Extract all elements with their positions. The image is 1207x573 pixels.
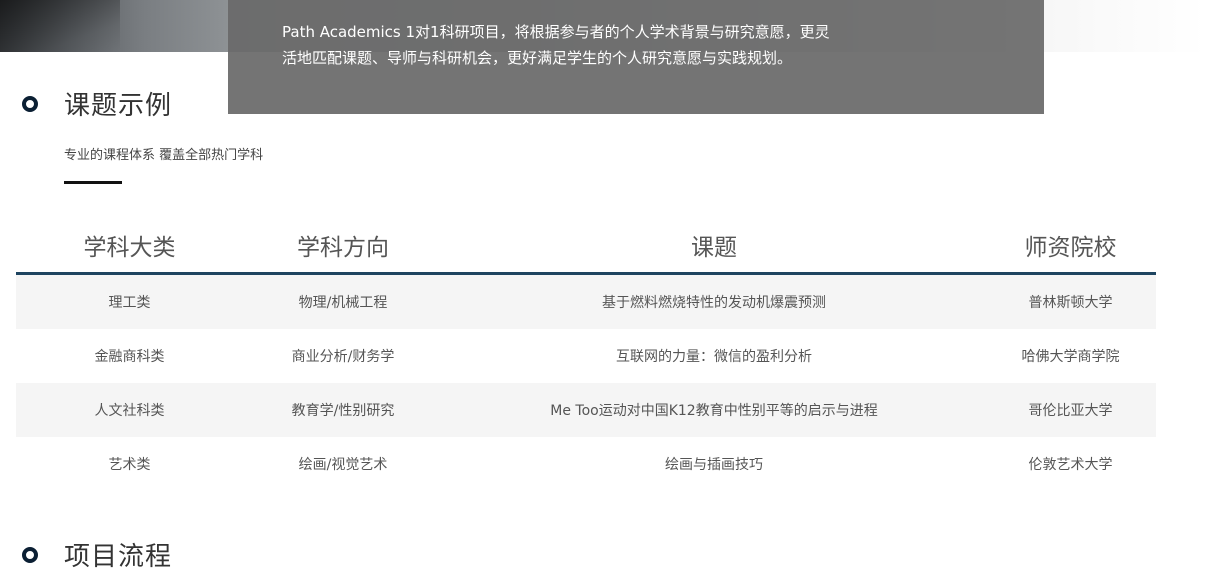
process-section-header: 项目流程: [22, 536, 172, 573]
hero-photo-shade: [0, 0, 120, 52]
header-topic: 课题: [443, 218, 985, 275]
topics-table: 学科大类 学科方向 课题 师资院校 理工类 物理/机械工程 基于燃料燃烧特性的发…: [16, 218, 1156, 491]
topics-section-header: 课题示例: [22, 85, 172, 122]
cell-school: 哈佛大学商学院: [1021, 349, 1120, 365]
table-row: 金融商科类 商业分析/财务学 互联网的力量：微信的盈利分析 哈佛大学商学院: [16, 329, 1156, 383]
section-title: 项目流程: [64, 542, 173, 572]
hero-intro-panel: Path Academics 1对1科研项目，将根据参与者的个人学术背景与研究意…: [228, 0, 1044, 114]
cell-direction: 物理/机械工程: [243, 273, 443, 329]
table-row: 艺术类 绘画/视觉艺术 绘画与插画技巧 伦敦艺术大学: [16, 437, 1156, 491]
table-header-row: 学科大类 学科方向 课题 师资院校: [16, 218, 1156, 275]
cell-direction: 商业分析/财务学: [291, 349, 395, 365]
header-category: 学科大类: [16, 218, 243, 275]
table-row: 人文社科类 教育学/性别研究 Me Too运动对中国K12教育中性别平等的启示与…: [16, 383, 1156, 437]
section-divider: [64, 181, 122, 184]
cell-direction: 绘画/视觉艺术: [298, 457, 388, 473]
cell-category: 理工类: [16, 273, 243, 329]
cell-topic: 绘画与插画技巧: [665, 457, 763, 473]
cell-school: 普林斯顿大学: [985, 273, 1156, 329]
cell-school: 哥伦比亚大学: [985, 383, 1156, 437]
section-title: 课题示例: [64, 91, 173, 121]
header-school: 师资院校: [985, 218, 1156, 275]
cell-category: 艺术类: [108, 457, 151, 473]
cell-topic: 互联网的力量：微信的盈利分析: [616, 349, 812, 365]
section-bullet-icon: [22, 546, 38, 563]
hero-intro-line-2: 活地匹配课题、导师与科研机会，更好满足学生的个人研究意愿与实践规划。: [282, 49, 793, 67]
section-bullet-icon: [22, 95, 38, 112]
cell-category: 金融商科类: [94, 349, 165, 365]
cell-school: 伦敦艺术大学: [1028, 457, 1113, 473]
cell-topic: 基于燃料燃烧特性的发动机爆震预测: [443, 273, 985, 329]
header-direction: 学科方向: [243, 218, 443, 275]
cell-topic: Me Too运动对中国K12教育中性别平等的启示与进程: [443, 383, 985, 437]
table-row: 理工类 物理/机械工程 基于燃料燃烧特性的发动机爆震预测 普林斯顿大学: [16, 273, 1156, 329]
hero-intro-line-1: Path Academics 1对1科研项目，将根据参与者的个人学术背景与研究意…: [282, 23, 830, 41]
cell-direction: 教育学/性别研究: [243, 383, 443, 437]
section-subtitle: 专业的课程体系 覆盖全部热门学科: [64, 148, 264, 163]
cell-category: 人文社科类: [16, 383, 243, 437]
